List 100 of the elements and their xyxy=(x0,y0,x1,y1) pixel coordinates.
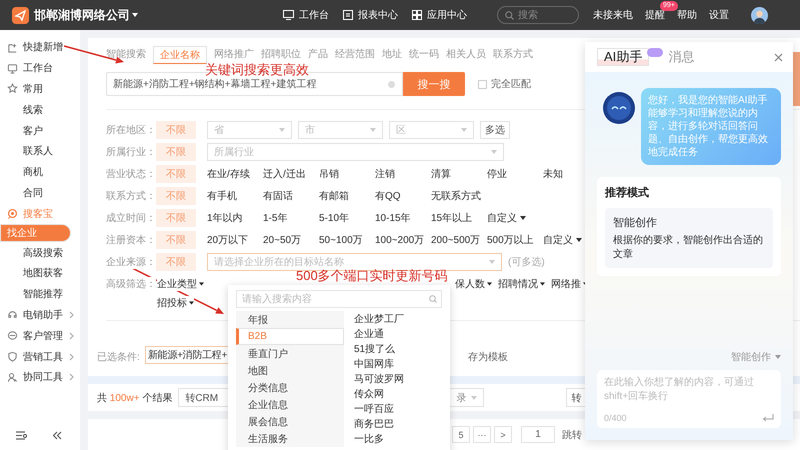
filter-option[interactable]: 200~500万 xyxy=(431,233,487,247)
sidebar-item[interactable]: 客户管理 xyxy=(0,325,80,346)
sidebar-subitem[interactable]: 线索 xyxy=(0,99,71,120)
filter-option[interactable]: 50~100万 xyxy=(319,233,375,247)
chevron-icon xyxy=(69,373,74,382)
filter-option[interactable]: 100~200万 xyxy=(375,233,431,247)
jump-button[interactable]: 跳转 xyxy=(562,428,582,442)
filter-option[interactable]: 10-15年 xyxy=(375,211,431,225)
sidebar-item[interactable]: 协同工具 xyxy=(0,366,80,388)
filter-option[interactable]: 有邮箱 xyxy=(319,189,375,203)
header-link[interactable]: 提醒 xyxy=(645,8,665,22)
sidebar-subitem[interactable]: 地图获客 xyxy=(0,262,71,284)
sidebar-subitem[interactable]: 商机 xyxy=(0,162,71,183)
filter-option[interactable]: 在业/存续 xyxy=(207,167,263,181)
category-item[interactable]: 垂直门户 xyxy=(236,345,344,362)
filter-option[interactable]: 未知 xyxy=(543,167,563,181)
avatar-icon[interactable] xyxy=(751,6,768,24)
chevron-icon xyxy=(69,352,74,361)
filter-dropdown[interactable]: 网络推 xyxy=(551,277,588,291)
char-count: 0/400 xyxy=(604,413,627,423)
filter-option[interactable]: 有QQ xyxy=(375,189,431,203)
filter-dropdown[interactable]: 保人数 xyxy=(455,277,492,291)
site-option[interactable]: 51搜了么 xyxy=(354,341,404,356)
filter-option[interactable]: 吊销 xyxy=(319,167,375,181)
document-icon xyxy=(343,10,353,20)
sidebar-item[interactable]: 常用 xyxy=(0,78,80,100)
multi-select-button[interactable]: 多选 xyxy=(480,121,510,139)
page-button[interactable]: ··· xyxy=(473,426,491,443)
star-icon xyxy=(7,83,18,94)
robot-avatar-icon xyxy=(603,92,635,124)
site-option[interactable]: 中国网库 xyxy=(354,356,404,371)
close-icon[interactable] xyxy=(774,52,783,62)
nav-item[interactable]: 工作台 xyxy=(283,8,329,22)
sidebar-item[interactable]: 电销助手 xyxy=(0,304,80,326)
category-item[interactable]: 展会信息 xyxy=(236,413,344,430)
filter-option[interactable]: 1年以内 xyxy=(207,211,263,225)
enter-icon[interactable] xyxy=(762,414,774,422)
filter-option[interactable]: 无联系方式 xyxy=(431,189,481,203)
site-option[interactable]: 一呼百应 xyxy=(354,401,404,416)
filter-option[interactable]: 15年以上 xyxy=(431,211,487,225)
filter-option[interactable]: 5-10年 xyxy=(319,211,375,225)
panel-tab[interactable]: AI助手 xyxy=(597,48,650,66)
shield-icon xyxy=(7,351,18,362)
search-field[interactable]: 搜索 xyxy=(497,6,579,24)
filter-option[interactable]: 有固话 xyxy=(263,189,319,203)
filter-option[interactable]: 1-5年 xyxy=(263,211,319,225)
sidebar-item[interactable]: 营销工具 xyxy=(0,346,80,367)
chat-input[interactable]: 在此输入你想了解的内容，可通过shift+回车换行 xyxy=(604,375,774,413)
filter-option[interactable]: 500万以上 xyxy=(487,233,543,247)
filter-option[interactable]: 20~50万 xyxy=(263,233,319,247)
company-switcher[interactable]: 邯郸湘博网络公司 xyxy=(34,6,138,24)
filter-dropdown[interactable]: 招投标 xyxy=(157,296,194,310)
next-page-button[interactable]: > xyxy=(494,426,512,443)
category-item[interactable]: 年报 xyxy=(236,311,344,328)
sidebar-subitem[interactable]: 联系人 xyxy=(0,140,71,162)
filter-dropdown[interactable]: 企业类型 xyxy=(157,277,204,291)
exact-match-checkbox[interactable]: 完全匹配 xyxy=(478,77,531,91)
sidebar-subitem[interactable]: 智能推荐 xyxy=(0,284,71,305)
filter-option[interactable]: 注销 xyxy=(375,167,431,181)
category-item[interactable]: 生活服务 xyxy=(236,430,344,447)
header-link[interactable]: 未接来电 xyxy=(593,8,633,22)
search-icon xyxy=(429,295,437,303)
filter-option[interactable]: 迁入/迁出 xyxy=(263,167,319,181)
sidebar-item[interactable]: 工作台 xyxy=(0,58,80,79)
site-option[interactable]: 商务巴巴 xyxy=(354,416,404,431)
sidebar-item[interactable]: 快捷新增 xyxy=(0,37,80,58)
conditions-label: 已选条件: xyxy=(97,350,141,364)
category-item[interactable]: 分类信息 xyxy=(236,379,344,396)
category-item[interactable]: 地图 xyxy=(236,362,344,379)
site-option[interactable]: 一比多 xyxy=(354,431,404,446)
site-option[interactable]: 企业梦工厂 xyxy=(354,311,404,326)
sidebar-subitem[interactable]: 高级搜索 xyxy=(0,242,71,263)
card-title: 推荐模式 xyxy=(605,186,650,200)
sidebar-subitem[interactable]: 客户 xyxy=(0,120,71,141)
filter-option[interactable]: 停业 xyxy=(487,167,543,181)
chevron-icon xyxy=(69,310,74,319)
people-icon xyxy=(7,372,18,383)
site-option[interactable]: 传众网 xyxy=(354,386,404,401)
collapse-icon[interactable] xyxy=(52,431,62,440)
save-template-link[interactable]: 存为模板 xyxy=(468,350,508,364)
filter-dropdown[interactable]: 招聘情况 xyxy=(498,277,545,291)
menu-icon[interactable] xyxy=(16,431,27,440)
filter-option[interactable]: 有手机 xyxy=(207,189,263,203)
filter-option[interactable]: 清算 xyxy=(431,167,487,181)
header-link[interactable]: 设置 xyxy=(709,8,729,22)
page-input[interactable]: 1 xyxy=(521,426,555,443)
site-option[interactable]: 马可波罗网 xyxy=(354,371,404,386)
header-link[interactable]: 帮助 xyxy=(677,8,697,22)
site-option[interactable]: 企业通 xyxy=(354,326,404,341)
mode-option[interactable]: 智能创作 根据你的要求，智能创作出合适的文章 xyxy=(605,208,773,268)
custom-dropdown[interactable]: 自定义 xyxy=(543,233,582,247)
popup-search-field[interactable]: 请输入搜索内容 xyxy=(236,290,442,308)
nav-item[interactable]: 应用中心 xyxy=(412,8,467,22)
search-icon xyxy=(7,208,18,220)
nav-item[interactable]: 报表中心 xyxy=(343,8,398,22)
custom-dropdown[interactable]: 自定义 xyxy=(487,211,526,225)
page-button[interactable]: 5 xyxy=(452,426,470,443)
sidebar-subitem[interactable]: 合同 xyxy=(0,182,71,204)
category-item[interactable]: 企业信息 xyxy=(236,396,344,413)
filter-option[interactable]: 20万以下 xyxy=(207,233,263,247)
